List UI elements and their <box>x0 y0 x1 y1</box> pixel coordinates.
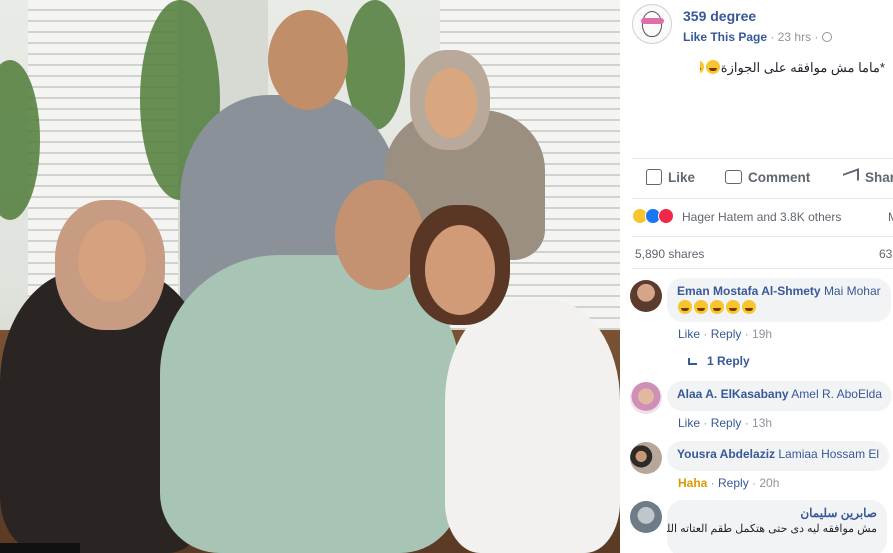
reaction-names[interactable]: Hager Hatem and 3.8K others <box>682 210 841 224</box>
face-hijab-woman <box>425 68 477 138</box>
post-sidebar: 359 degree Like This Page · 23 hrs · *ما… <box>620 0 893 553</box>
laugh-emoji-icon <box>694 300 708 314</box>
divider <box>632 158 893 159</box>
comment-author[interactable]: Alaa A. ElKasabany <box>677 387 789 401</box>
head-standing-man <box>268 10 348 110</box>
reaction-icons <box>632 208 674 224</box>
post-stats: 5,890 shares 63 <box>632 246 893 262</box>
comment-links: Like · Reply · 19h <box>678 327 773 341</box>
commenter-avatar[interactable] <box>630 442 662 474</box>
comment-reply-link[interactable]: Reply <box>711 327 742 341</box>
like-label: Like <box>668 169 696 185</box>
reply-arrow-icon <box>688 358 697 365</box>
post-time[interactable]: 23 hrs <box>778 30 811 44</box>
comment-text: مش موافقه ليه دى حتى هتكمل طقم العتاته ا… <box>667 523 877 535</box>
views-count: 63 <box>879 247 893 261</box>
face-older-woman <box>78 220 146 302</box>
reactions-summary[interactable]: Hager Hatem and 3.8K others Mo <box>632 207 893 227</box>
comment-reaction[interactable]: Haha <box>678 476 707 490</box>
comment-time[interactable]: 20h <box>759 476 779 490</box>
person-woman-white <box>445 300 620 553</box>
laugh-emoji-icon <box>700 60 704 74</box>
page-avatar[interactable] <box>632 4 672 44</box>
meta-separator-2: · <box>814 30 822 44</box>
divider <box>632 198 893 199</box>
comment-bubble: Alaa A. ElKasabany Amel R. AboElda <box>667 381 892 411</box>
comment-like-link[interactable]: Like <box>678 327 700 341</box>
post-header: 359 degree Like This Page · 23 hrs · <box>632 4 893 46</box>
comment-author[interactable]: Eman Mostafa Al-Shmety <box>677 284 821 298</box>
page-name-link[interactable]: 359 degree <box>683 8 756 24</box>
comment-label: Comment <box>748 169 811 185</box>
comment-item: Yousra Abdelaziz Lamiaa Hossam El Haha ·… <box>630 441 893 493</box>
comment-bubble: صابرين سليمان مش موافقه ليه دى حتى هتكمل… <box>667 500 887 553</box>
laugh-emoji-icon <box>710 300 724 314</box>
comment-tag[interactable]: Amel R. AboElda <box>791 387 882 401</box>
share-arrow-icon <box>843 168 859 186</box>
comment-bubble: Eman Mostafa Al-Shmety Mai Mohar <box>667 278 891 322</box>
laugh-emoji-icon <box>742 300 756 314</box>
comment-item: Eman Mostafa Al-Shmety Mai Mohar Like · … <box>630 278 893 368</box>
comment-time[interactable]: 19h <box>752 327 772 341</box>
commenter-avatar[interactable] <box>630 382 662 414</box>
replies-count: 1 Reply <box>707 354 750 368</box>
comment-reply-link[interactable]: Reply <box>711 416 742 430</box>
comment-author[interactable]: صابرين سليمان <box>677 506 877 520</box>
post-meta: Like This Page · 23 hrs · <box>683 30 832 44</box>
comment-tag[interactable]: Lamiaa Hossam El <box>778 447 879 461</box>
divider <box>632 268 893 269</box>
comment-like-link[interactable]: Like <box>678 416 700 430</box>
comment-links: Like · Reply · 13h <box>678 416 773 430</box>
view-replies-link[interactable]: 1 Reply <box>688 354 750 368</box>
globe-icon[interactable] <box>821 32 832 42</box>
thumbs-up-icon <box>646 169 662 185</box>
face-woman-white <box>425 225 495 315</box>
person-seated-man <box>160 255 460 553</box>
comment-icon <box>725 170 742 184</box>
like-page-link[interactable]: Like This Page <box>683 30 767 44</box>
share-button[interactable]: Share <box>843 164 893 190</box>
post-photo[interactable] <box>0 0 620 553</box>
meta-separator: · <box>770 30 778 44</box>
share-label: Share <box>865 169 893 185</box>
post-actions: Like Comment Share <box>632 164 893 192</box>
more-reactions-link[interactable]: Mo <box>888 210 893 224</box>
photo-corner-mark <box>0 543 80 553</box>
comment-bubble: Yousra Abdelaziz Lamiaa Hossam El <box>667 441 890 471</box>
divider <box>632 236 893 237</box>
comment-time[interactable]: 13h <box>752 416 772 430</box>
like-button[interactable]: Like <box>646 164 695 190</box>
comment-button[interactable]: Comment <box>725 164 810 190</box>
comment-emojis <box>677 300 881 315</box>
comment-item: Alaa A. ElKasabany Amel R. AboElda Like … <box>630 381 893 433</box>
comment-item: صابرين سليمان مش موافقه ليه دى حتى هتكمل… <box>630 500 893 553</box>
post-text: *ماما مش موافقه على الجوازة <box>700 60 885 76</box>
shares-count[interactable]: 5,890 shares <box>635 247 704 261</box>
comment-links: Haha · Reply · 20h <box>678 476 780 490</box>
comment-reply-link[interactable]: Reply <box>718 476 749 490</box>
laugh-emoji-icon <box>705 60 720 74</box>
post-text-body: *ماما مش موافقه على الجوازة <box>720 60 885 75</box>
commenter-avatar[interactable] <box>630 501 662 533</box>
laugh-emoji-icon <box>678 300 692 314</box>
laugh-emoji-icon <box>726 300 740 314</box>
comment-author[interactable]: Yousra Abdelaziz <box>677 447 775 461</box>
comment-tag[interactable]: Mai Mohar <box>824 284 881 298</box>
love-reaction-icon <box>658 208 674 224</box>
commenter-avatar[interactable] <box>630 280 662 312</box>
